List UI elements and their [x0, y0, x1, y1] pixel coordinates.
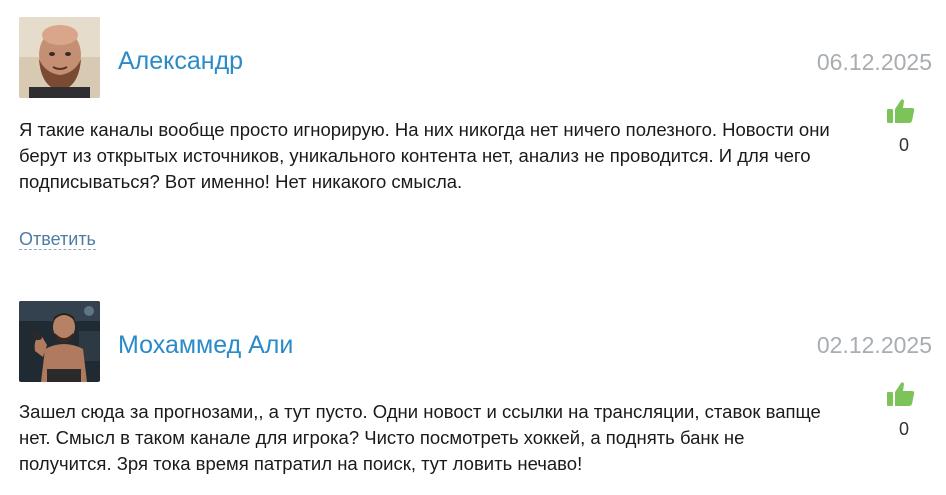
thumbs-up-icon[interactable] — [886, 97, 922, 125]
avatar[interactable] — [19, 17, 100, 98]
likes-count: 0 — [898, 135, 909, 155]
comment-text: Я такие каналы вообще просто игнорирую. … — [19, 119, 830, 192]
comment-item: Александр 06.12.2025 Я такие каналы вооб… — [0, 0, 946, 270]
thumbs-up-icon[interactable] — [886, 380, 922, 408]
comment-text: Зашел сюда за прогнозами,, а тут пусто. … — [19, 401, 821, 474]
avatar[interactable] — [19, 301, 100, 382]
comment-item: Мохаммед Али 02.12.2025 Зашел сюда за пр… — [0, 283, 946, 495]
comment-date: 02.12.2025 — [816, 332, 932, 358]
comment-date: 06.12.2025 — [816, 49, 932, 75]
reply-link[interactable]: Ответить — [19, 229, 96, 250]
likes-count: 0 — [898, 419, 909, 439]
comment-author[interactable]: Александр — [118, 47, 243, 76]
comment-author[interactable]: Мохаммед Али — [118, 331, 293, 360]
